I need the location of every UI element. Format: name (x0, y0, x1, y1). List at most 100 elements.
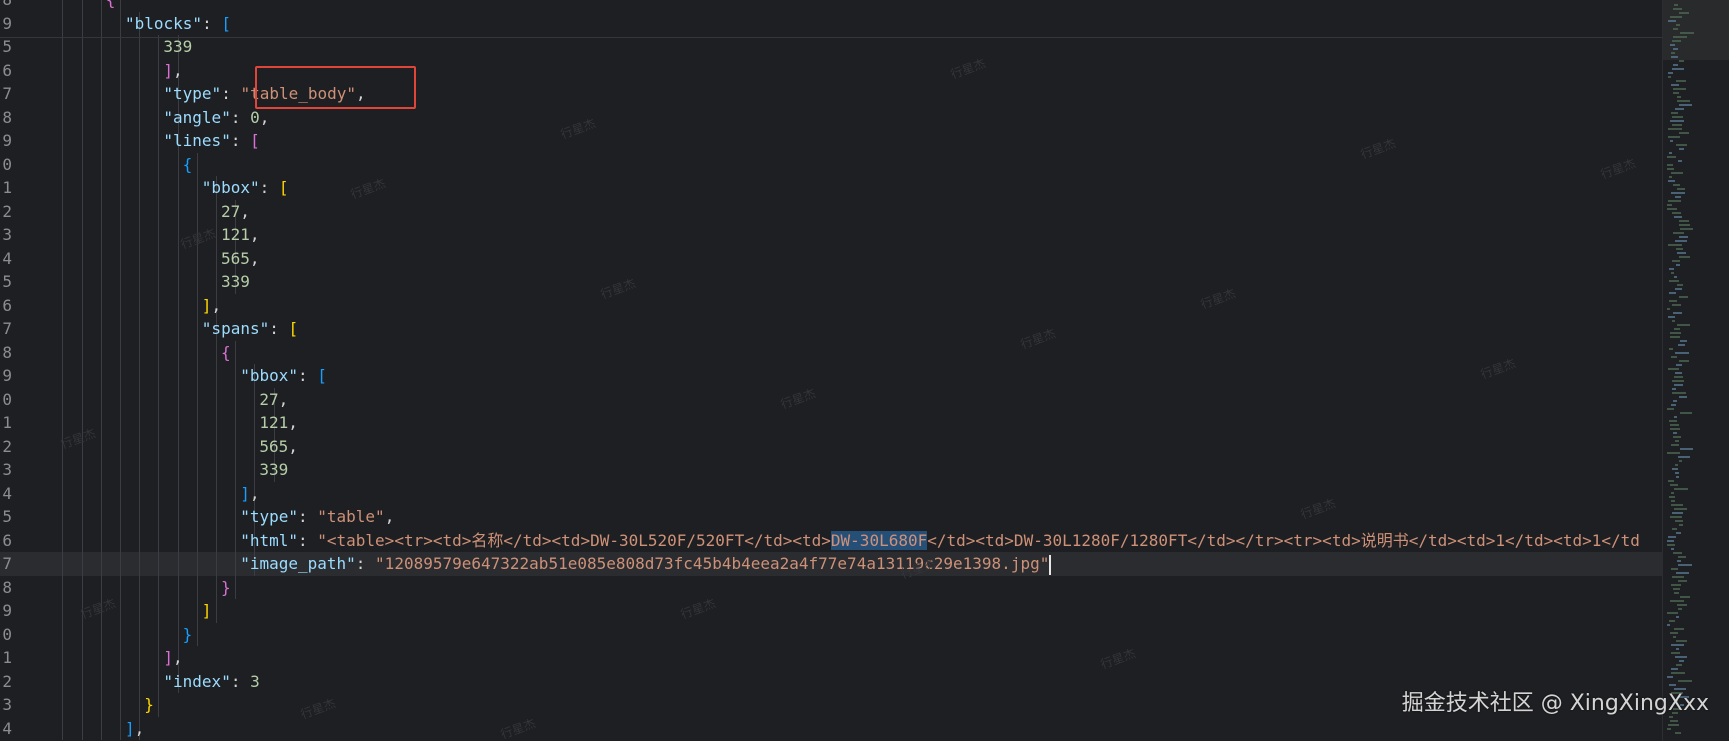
line-number: 3 (2, 460, 12, 479)
code-text[interactable]: { (183, 153, 193, 177)
code-line[interactable]: 3 121, (0, 223, 1662, 247)
code-editor[interactable]: 8{9"blocks": [53396],7"type": "table_bod… (0, 0, 1729, 741)
minimap-line (1679, 460, 1682, 462)
code-text[interactable]: 565, (259, 435, 298, 459)
code-line[interactable]: 9 "blocks": [ (0, 11, 1662, 36)
code-line[interactable]: 0} (0, 622, 1662, 647)
code-line[interactable]: 1 "bbox": [ (0, 176, 1662, 200)
code-line[interactable]: 6 "html": "<table><tr><td>名称</td><td>DW-3… (0, 528, 1662, 553)
code-token: , (259, 107, 270, 127)
code-line[interactable]: 8{ (0, 0, 1662, 12)
code-text[interactable]: } (183, 623, 193, 647)
minimap-line (1669, 300, 1677, 302)
minimap-line (1680, 340, 1687, 342)
code-line[interactable]: 9] (0, 599, 1662, 623)
indent-guide (62, 434, 64, 458)
code-text[interactable]: ], (125, 717, 144, 741)
code-line[interactable]: 7 "spans": [ (0, 317, 1662, 341)
indent-guide (100, 622, 102, 646)
code-text[interactable]: ], (202, 294, 221, 318)
code-line[interactable]: 7 "type": "table_body", (0, 82, 1662, 106)
code-line[interactable]: 7 "image_path": "12089579e647322ab51e085e… (0, 552, 1662, 576)
indent-guide (81, 481, 83, 505)
minimap-line (1667, 624, 1670, 626)
code-line[interactable]: 4], (0, 716, 1662, 741)
code-line[interactable]: 2 27, (0, 199, 1662, 224)
code-line[interactable]: 5 "type": "table", (0, 505, 1662, 529)
code-text[interactable]: 339 (259, 458, 288, 482)
code-text[interactable]: 121, (221, 223, 260, 247)
code-text[interactable]: { (221, 341, 231, 365)
minimap[interactable] (1662, 0, 1729, 741)
code-text[interactable]: } (221, 576, 231, 600)
code-text[interactable]: "type": "table", (240, 505, 394, 529)
code-line[interactable]: 8 "angle": 0, (0, 105, 1662, 130)
code-text[interactable]: "html": "<table><tr><td>名称</td><td>DW-30… (240, 529, 1640, 553)
code-text[interactable]: { (106, 0, 116, 12)
minimap-line (1673, 432, 1677, 434)
code-text[interactable]: } (144, 693, 154, 717)
code-line[interactable]: 5 339 (0, 35, 1662, 59)
minimap-line (1672, 380, 1684, 382)
indent-guide (235, 505, 237, 529)
indent-guide (158, 646, 160, 670)
indent-guide (81, 364, 83, 388)
code-text[interactable]: "type": "table_body", (163, 82, 365, 106)
code-text[interactable]: "index": 3 (163, 670, 259, 694)
code-line[interactable]: 9 "lines": [ (0, 129, 1662, 153)
code-text[interactable]: 27, (259, 388, 288, 412)
code-line[interactable]: 8} (0, 575, 1662, 600)
code-line[interactable]: 4], (0, 481, 1662, 506)
code-lines[interactable]: 8{9"blocks": [53396],7"type": "table_bod… (0, 0, 1662, 740)
code-text[interactable]: "bbox": [ (240, 364, 327, 388)
code-text[interactable]: "image_path": "12089579e647322ab51e085e8… (240, 552, 1052, 576)
code-line[interactable]: 9 "bbox": [ (0, 364, 1662, 388)
code-line[interactable]: 1], (0, 646, 1662, 670)
code-text[interactable]: "bbox": [ (202, 176, 289, 200)
indent-guide (120, 411, 121, 435)
code-text[interactable]: 339 (163, 35, 192, 59)
indent-guide (158, 387, 160, 411)
code-text[interactable]: "blocks": [ (125, 12, 231, 36)
code-text[interactable]: ] (202, 599, 212, 623)
code-line[interactable]: 3 339 (0, 458, 1662, 482)
indent-guide (81, 317, 83, 341)
minimap-line (1673, 88, 1686, 90)
minimap-line (1680, 596, 1690, 598)
indent-guide (100, 646, 102, 670)
indent-guide (120, 317, 121, 341)
line-number: 5 (2, 272, 12, 291)
indent-guide (235, 528, 237, 552)
code-text[interactable]: ], (163, 646, 182, 670)
code-line[interactable]: 8{ (0, 340, 1662, 365)
code-line[interactable]: 4 565, (0, 246, 1662, 271)
code-text[interactable]: "angle": 0, (163, 106, 269, 130)
indent-guide (139, 317, 141, 341)
minimap-line (1668, 136, 1680, 138)
code-line[interactable]: 1 121, (0, 411, 1662, 435)
code-token: , (134, 718, 145, 738)
indent-guide (100, 340, 102, 364)
minimap-line (1671, 672, 1685, 674)
indent-guide (139, 270, 141, 294)
indent-guide (120, 387, 121, 411)
code-line[interactable]: 5 339 (0, 270, 1662, 294)
code-text[interactable]: "spans": [ (202, 317, 298, 341)
code-line[interactable]: 0{ (0, 152, 1662, 177)
code-text[interactable]: 565, (221, 247, 260, 271)
code-text[interactable]: 339 (221, 270, 250, 294)
code-text[interactable]: "lines": [ (163, 129, 259, 153)
code-text[interactable]: ], (163, 59, 182, 83)
code-line[interactable]: 0 27, (0, 387, 1662, 412)
code-line[interactable]: 6], (0, 58, 1662, 83)
minimap-line (1671, 584, 1681, 586)
code-text[interactable]: ], (240, 482, 259, 506)
indent-guide (177, 622, 179, 646)
code-line[interactable]: 6], (0, 293, 1662, 318)
code-text[interactable]: 27, (221, 200, 250, 224)
minimap-line (1671, 668, 1678, 670)
indent-guide (62, 693, 64, 717)
code-line[interactable]: 2 565, (0, 434, 1662, 459)
code-text[interactable]: 121, (259, 411, 298, 435)
indent-guide (139, 599, 141, 623)
